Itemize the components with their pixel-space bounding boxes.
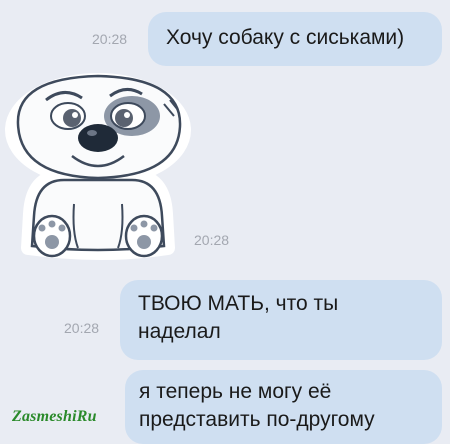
message-text: ТВОЮ МАТЬ, что ты наделал: [138, 292, 339, 343]
message-bubble[interactable]: ТВОЮ МАТЬ, что ты наделал: [120, 280, 442, 360]
message-timestamp: 20:28: [194, 232, 230, 248]
message-bubble[interactable]: я теперь не могу её представить по-друго…: [125, 370, 442, 444]
message-text: Хочу собаку с сиськами): [166, 26, 405, 49]
message-bubble[interactable]: Хочу собаку с сиськами): [148, 12, 442, 66]
watermark: ZasmeshiRu: [12, 408, 97, 425]
chat-area[interactable]: 20:28 Хочу собаку с сиськами) 20:28 20:2…: [0, 0, 450, 444]
white-dog-sticker[interactable]: [2, 64, 194, 268]
message-timestamp: 20:28: [64, 320, 100, 336]
dog-sticker-icon: [5, 73, 191, 260]
message-timestamp: 20:28: [92, 31, 128, 47]
message-text: я теперь не могу её представить по-друго…: [139, 380, 375, 431]
